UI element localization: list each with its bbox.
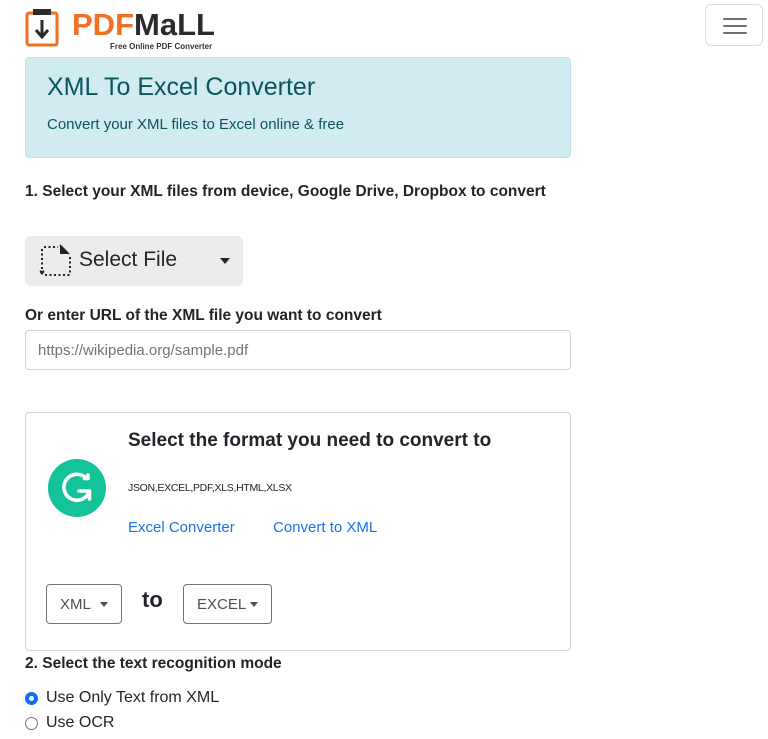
radio-text-only-label: Use Only Text from XML bbox=[46, 689, 220, 706]
supported-formats: JSON,EXCEL,PDF,XLS,HTML,XLSX bbox=[128, 482, 292, 494]
logo-pdf-text: PDF bbox=[72, 7, 134, 42]
convert-to-xml-link[interactable]: Convert to XML bbox=[273, 519, 377, 536]
chevron-down-icon bbox=[250, 602, 258, 607]
file-select-icon bbox=[39, 244, 71, 276]
excel-converter-link[interactable]: Excel Converter bbox=[128, 519, 235, 536]
page-title: XML To Excel Converter bbox=[47, 73, 316, 101]
to-format-value: EXCEL bbox=[197, 596, 247, 613]
select-file-button[interactable]: Select File bbox=[25, 236, 243, 286]
from-format-value: XML bbox=[60, 596, 91, 613]
converter-banner: XML To Excel Converter Convert your XML … bbox=[25, 57, 571, 158]
chevron-down-icon bbox=[100, 602, 108, 607]
logo-wordmark: PDFMaLL bbox=[72, 8, 215, 42]
page-subtitle: Convert your XML files to Excel online &… bbox=[47, 116, 345, 133]
format-card: Select the format you need to convert to… bbox=[25, 412, 571, 651]
radio-button-unchecked[interactable] bbox=[25, 717, 38, 730]
to-label: to bbox=[142, 587, 163, 612]
url-label: Or enter URL of the XML file you want to… bbox=[25, 307, 382, 324]
from-format-dropdown[interactable]: XML bbox=[46, 584, 122, 624]
chevron-down-icon bbox=[220, 258, 230, 264]
logo-tagline: Free Online PDF Converter bbox=[110, 42, 213, 51]
grammarly-g-icon bbox=[48, 459, 106, 517]
logo-mall-text: MaLL bbox=[134, 7, 215, 42]
radio-button-checked[interactable] bbox=[25, 692, 38, 705]
to-format-dropdown[interactable]: EXCEL bbox=[183, 584, 272, 624]
step2-label: 2. Select the text recognition mode bbox=[25, 655, 282, 672]
radio-ocr-label: Use OCR bbox=[46, 714, 115, 731]
format-card-title: Select the format you need to convert to bbox=[128, 430, 492, 451]
logo-icon bbox=[25, 9, 59, 47]
pdfmall-logo[interactable]: PDFMaLL Free Online PDF Converter bbox=[24, 6, 244, 51]
url-input[interactable] bbox=[25, 330, 571, 370]
menu-toggle-button[interactable] bbox=[705, 4, 763, 46]
step1-label: 1. Select your XML files from device, Go… bbox=[25, 183, 546, 200]
select-file-label: Select File bbox=[79, 248, 178, 271]
